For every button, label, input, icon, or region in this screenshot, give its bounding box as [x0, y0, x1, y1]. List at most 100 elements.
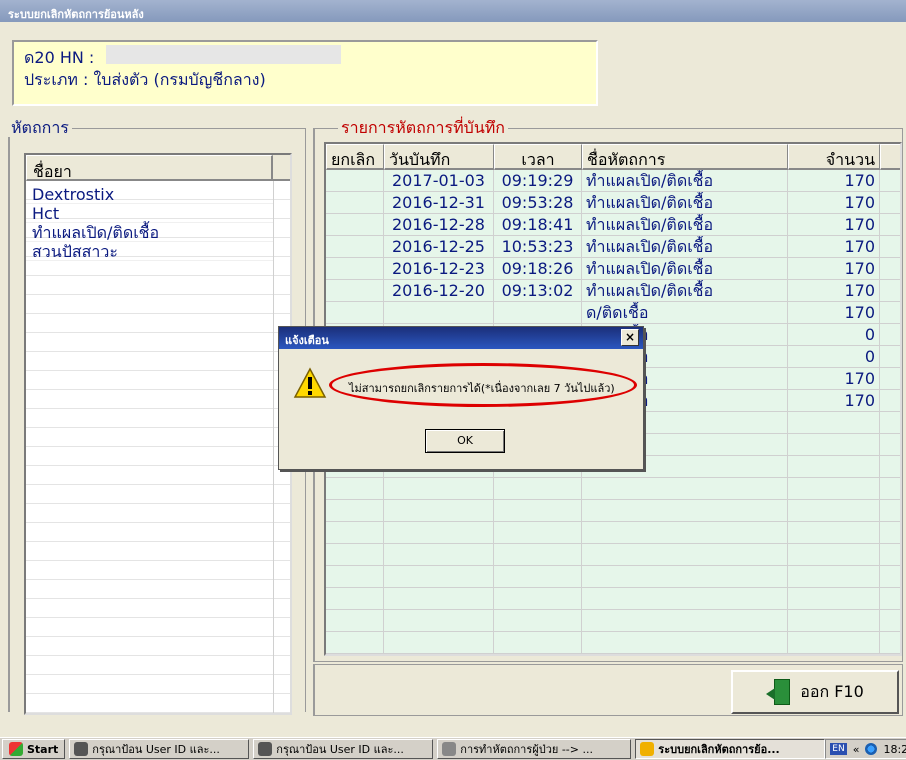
- table-row[interactable]: [326, 478, 900, 500]
- cell-cancel[interactable]: [326, 258, 384, 280]
- table-row[interactable]: ด/ติดเชื้อ170: [326, 302, 900, 324]
- procedure-item[interactable]: Hct: [26, 204, 273, 223]
- cell-name: [582, 566, 788, 588]
- cell-qty: [788, 632, 880, 654]
- cell-name: [582, 522, 788, 544]
- cell-name: ทำแผลเปิด/ติดเชื้อ: [582, 236, 788, 258]
- cell-cancel[interactable]: [326, 500, 384, 522]
- procedure-name-column-header[interactable]: ชื่อยา: [26, 155, 273, 181]
- cell-cancel[interactable]: [326, 214, 384, 236]
- cell-time: [494, 610, 582, 632]
- cell-cancel[interactable]: [326, 588, 384, 610]
- table-row[interactable]: 2016-12-31 09:53:28 ทำแผลเปิด/ติดเชื้อ 170: [326, 192, 900, 214]
- table-row[interactable]: [326, 522, 900, 544]
- cell-cancel[interactable]: [326, 566, 384, 588]
- cell-time: [494, 544, 582, 566]
- cell-time: 09:18:26: [494, 258, 582, 280]
- taskbar-task[interactable]: กรุณาป้อน User ID และ...: [253, 739, 434, 759]
- cell-qty: 0: [788, 324, 880, 346]
- person-icon: [258, 742, 273, 756]
- cell-time: 09:53:28: [494, 192, 582, 214]
- exit-door-icon: [766, 679, 792, 705]
- tray-expand-icon[interactable]: «: [853, 743, 860, 756]
- network-icon[interactable]: [865, 743, 878, 755]
- cell-qty: 170: [788, 236, 880, 258]
- cell-qty: 170: [788, 170, 880, 192]
- alert-message: ไม่สามารถยกเลิกรายการได้(*เนื่องจากเลย 7…: [349, 382, 615, 395]
- cell-time: 09:19:29: [494, 170, 582, 192]
- cell-cancel[interactable]: [326, 236, 384, 258]
- cell-name: ทำแผลเปิด/ติดเชื้อ: [582, 258, 788, 280]
- cell-time: [494, 302, 582, 324]
- cell-date: [384, 522, 494, 544]
- alert-dialog-titlebar[interactable]: แจ้งเตือน ×: [279, 327, 643, 349]
- table-row[interactable]: [326, 544, 900, 566]
- cell-cancel[interactable]: [326, 280, 384, 302]
- procedure-items: Dextrostix Hct ทำแผลเปิด/ติดเชื้อ สวนปัสสาว…: [26, 185, 273, 261]
- table-row[interactable]: 2017-01-03 09:19:29 ทำแผลเปิด/ติดเชื้อ 170: [326, 170, 900, 192]
- cell-name: ทำแผลเปิด/ติดเชื้อ: [582, 214, 788, 236]
- table-row[interactable]: 2016-12-23 09:18:26 ทำแผลเปิด/ติดเชื้อ 170: [326, 258, 900, 280]
- cell-date: [384, 632, 494, 654]
- procedure-item[interactable]: สวนปัสสาวะ: [26, 242, 273, 261]
- cell-cancel[interactable]: [326, 478, 384, 500]
- close-icon[interactable]: ×: [621, 329, 639, 346]
- cell-qty: 170: [788, 368, 880, 390]
- start-button[interactable]: Start: [2, 739, 66, 759]
- table-row[interactable]: [326, 566, 900, 588]
- procedure-item[interactable]: Dextrostix: [26, 185, 273, 204]
- cell-qty: 0: [788, 346, 880, 368]
- col-cancel-header[interactable]: ยกเลิก: [326, 144, 384, 170]
- cell-name: ทำแผลเปิด/ติดเชื้อ: [582, 280, 788, 302]
- cell-date: 2017-01-03: [384, 170, 494, 192]
- table-row[interactable]: [326, 610, 900, 632]
- cell-date: [384, 566, 494, 588]
- cell-date: [384, 544, 494, 566]
- windows-logo-icon: [9, 742, 23, 756]
- table-row[interactable]: 2016-12-25 10:53:23 ทำแผลเปิด/ติดเชื้อ 170: [326, 236, 900, 258]
- table-row[interactable]: [326, 632, 900, 654]
- cell-time: [494, 566, 582, 588]
- taskbar-task[interactable]: การทำหัตถการผู้ป่วย --> ...: [437, 739, 632, 759]
- cell-qty: [788, 478, 880, 500]
- language-indicator[interactable]: EN: [830, 743, 847, 755]
- col-name-header[interactable]: ชื่อหัตถการ: [582, 144, 788, 170]
- cell-cancel[interactable]: [326, 170, 384, 192]
- cell-date: [384, 500, 494, 522]
- exit-button[interactable]: ออก F10: [731, 670, 899, 714]
- table-row[interactable]: [326, 500, 900, 522]
- col-qty-header[interactable]: จำนวน: [788, 144, 880, 170]
- start-label: Start: [27, 742, 59, 756]
- procedure-list-header: ชื่อยา: [26, 155, 290, 181]
- cell-cancel[interactable]: [326, 192, 384, 214]
- cell-cancel[interactable]: [326, 544, 384, 566]
- cell-cancel[interactable]: [326, 632, 384, 654]
- cell-name: ทำแผลเปิด/ติดเชื้อ: [582, 192, 788, 214]
- patient-type-line: ประเภท : ใบส่งตัว (กรมบัญชีกลาง): [24, 70, 266, 89]
- table-row[interactable]: 2016-12-20 09:13:02 ทำแผลเปิด/ติดเชื้อ 170: [326, 280, 900, 302]
- taskbar-task-label: กรุณาป้อน User ID และ...: [276, 743, 404, 756]
- cell-qty: [788, 588, 880, 610]
- procedure-list[interactable]: ชื่อยา Dextrostix Hct ทำแผลเปิด/ติดเชื้อ สว…: [24, 153, 292, 715]
- procedure-item[interactable]: ทำแผลเปิด/ติดเชื้อ: [26, 223, 273, 242]
- cell-cancel[interactable]: [326, 302, 384, 324]
- cell-time: 10:53:23: [494, 236, 582, 258]
- cell-cancel[interactable]: [326, 610, 384, 632]
- taskbar-task[interactable]: กรุณาป้อน User ID และ...: [69, 739, 250, 759]
- records-group-label: รายการหัตถการที่บันทึก: [338, 119, 508, 137]
- col-date-header[interactable]: วันบันทึก: [384, 144, 494, 170]
- cell-qty: [788, 544, 880, 566]
- cell-cancel[interactable]: [326, 522, 384, 544]
- table-row[interactable]: 2016-12-28 09:18:41 ทำแผลเปิด/ติดเชื้อ 170: [326, 214, 900, 236]
- taskbar-task-label: กรุณาป้อน User ID และ...: [92, 743, 220, 756]
- cell-name: [582, 478, 788, 500]
- cell-name: [582, 588, 788, 610]
- taskbar-task[interactable]: ระบบยกเลิกหัตถการย้อ...: [635, 739, 826, 759]
- cell-name: ด/ติดเชื้อ: [582, 302, 788, 324]
- procedure-list-grid: [26, 181, 290, 713]
- ok-button[interactable]: OK: [425, 429, 505, 453]
- cell-name: [582, 500, 788, 522]
- col-time-header[interactable]: เวลา: [494, 144, 582, 170]
- table-row[interactable]: [326, 588, 900, 610]
- cell-qty: 170: [788, 390, 880, 412]
